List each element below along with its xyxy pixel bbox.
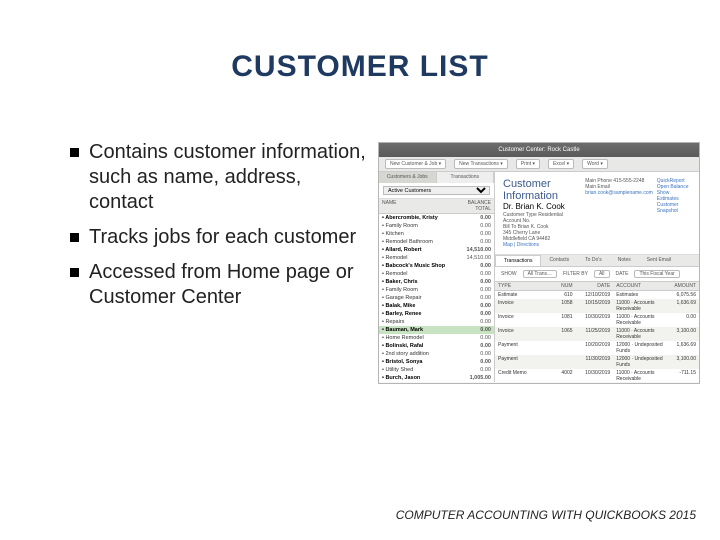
transaction-row[interactable]: Payment11/30/201912000 · Undeposited Fun…	[495, 355, 699, 369]
tab-transactions[interactable]: Transactions	[495, 255, 541, 266]
tab-contacts[interactable]: Contacts	[541, 255, 577, 266]
map-link[interactable]: Map | Directions	[503, 242, 581, 248]
col-name: NAME	[379, 199, 454, 213]
transaction-row[interactable]: Payment4102212/05/201912000 · Undeposite…	[495, 383, 699, 384]
toolbar-new-transaction[interactable]: New Transactions ▾	[454, 159, 508, 169]
estimates-link[interactable]: Show Estimates	[657, 190, 691, 202]
customer-row[interactable]: • Remodel14,510.00	[379, 254, 494, 262]
bullet-text: Tracks jobs for each customer	[89, 225, 356, 250]
toolbar-print[interactable]: Print ▾	[516, 159, 540, 169]
customer-row[interactable]: • Family Room0.00	[379, 286, 494, 294]
customer-row[interactable]: • Repairs0.00	[379, 318, 494, 326]
customers-sidebar: Customers & Jobs Transactions Active Cus…	[379, 172, 495, 382]
customer-row[interactable]: • Allard, Robert14,510.00	[379, 246, 494, 254]
customer-row[interactable]: • Remodel0.00	[379, 270, 494, 278]
customer-row[interactable]: • Babcock's Music Shop0.00	[379, 262, 494, 270]
customer-row[interactable]: • Baker, Chris0.00	[379, 278, 494, 286]
tab-transactions[interactable]: Transactions	[437, 172, 495, 183]
transaction-row[interactable]: Credit Memo400210/30/201911000 · Account…	[495, 369, 699, 383]
customer-name: Dr. Brian K. Cook	[503, 202, 581, 211]
transaction-row[interactable]: Invoice106511/25/201911000 · Accounts Re…	[495, 327, 699, 341]
transaction-row[interactable]: Estimate61012/10/2019Estimates6,075.56	[495, 291, 699, 299]
transaction-row[interactable]: Payment10/20/201912000 · Undeposited Fun…	[495, 341, 699, 355]
customer-row[interactable]: • Balak, Mike0.00	[379, 302, 494, 310]
tab-sent-email[interactable]: Sent Email	[639, 255, 679, 266]
bullet-icon	[70, 268, 79, 277]
tab-notes[interactable]: Notes	[610, 255, 639, 266]
customer-row[interactable]: • 2nd story addition0.00	[379, 350, 494, 358]
filterby-filter[interactable]: All	[594, 270, 610, 278]
active-customers-select[interactable]: Active Customers	[383, 186, 490, 195]
customer-row[interactable]: • Home Remodel0.00	[379, 334, 494, 342]
customer-row[interactable]: • Garage Repair0.00	[379, 294, 494, 302]
transaction-row[interactable]: Invoice108110/30/201911000 · Accounts Re…	[495, 313, 699, 327]
show-filter[interactable]: All Trans…	[523, 270, 557, 278]
snapshot-link[interactable]: Customer Snapshot	[657, 202, 691, 214]
bullet-list: Contains customer information, such as n…	[70, 140, 370, 320]
customer-row[interactable]: • Burch, Jason1,005.00	[379, 374, 494, 382]
customer-row[interactable]: • Kitchen0.00	[379, 230, 494, 238]
slide-title: CUSTOMER LIST	[0, 50, 720, 84]
slide-footer: COMPUTER ACCOUNTING WITH QUICKBOOKS 2015	[396, 508, 696, 522]
customer-row[interactable]: • Remodel Bathroom0.00	[379, 238, 494, 246]
bullet-icon	[70, 233, 79, 242]
transaction-row[interactable]: Invoice105810/15/201911000 · Accounts Re…	[495, 299, 699, 313]
bullet-text: Accessed from Home page or Customer Cent…	[89, 260, 370, 310]
customer-row[interactable]: • Barley, Renee0.00	[379, 310, 494, 318]
window-title: Customer Center: Rock Castle	[379, 143, 699, 157]
customer-row[interactable]: • Family Room0.00	[379, 222, 494, 230]
toolbar-excel[interactable]: Excel ▾	[548, 159, 574, 169]
bullet-text: Contains customer information, such as n…	[89, 140, 370, 215]
transaction-table: Estimate61012/10/2019Estimates6,075.56In…	[495, 291, 699, 384]
customer-detail-pane: Customer Information Dr. Brian K. Cook C…	[495, 172, 699, 382]
app-toolbar: New Customer & Job ▾ New Transactions ▾ …	[379, 157, 699, 172]
panel-heading: Customer Information	[503, 178, 581, 202]
customer-row[interactable]: • Bolinski, Rafal0.00	[379, 342, 494, 350]
date-filter[interactable]: This Fiscal Year	[634, 270, 679, 278]
col-balance: BALANCE TOTAL	[454, 199, 494, 213]
toolbar-word[interactable]: Word ▾	[582, 159, 608, 169]
customer-row[interactable]: • Bristol, Sonya0.00	[379, 358, 494, 366]
bullet-icon	[70, 148, 79, 157]
customer-row[interactable]: • Abercrombie, Kristy0.00	[379, 214, 494, 222]
tab-customers-jobs[interactable]: Customers & Jobs	[379, 172, 437, 183]
screenshot-customer-center: Customer Center: Rock Castle New Custome…	[378, 142, 700, 384]
toolbar-new-customer[interactable]: New Customer & Job ▾	[385, 159, 446, 169]
tab-todos[interactable]: To Do's	[577, 255, 610, 266]
customer-row[interactable]: • Bauman, Mark0.00	[379, 326, 494, 334]
customer-row[interactable]: • Utility Shed0.00	[379, 366, 494, 374]
